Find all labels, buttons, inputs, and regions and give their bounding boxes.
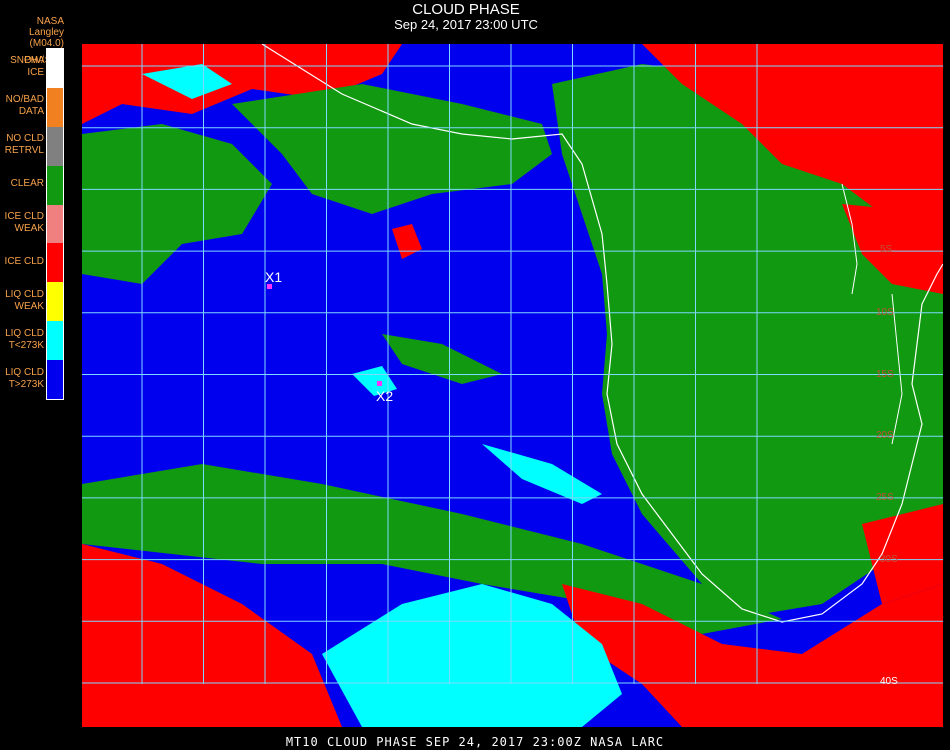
legend-label: ICE CLD [4,255,44,267]
lat-label-40s: 40S [880,676,898,687]
legend-swatch [47,243,63,283]
footer-caption: MT10 CLOUD PHASE SEP 24, 2017 23:00Z NAS… [285,735,665,749]
marker-x1-label: X1 [265,269,283,285]
legend-label: NO/BAD DATA [5,94,44,118]
legend-swatch [47,360,63,400]
lat-label-5s: 5S [880,244,893,255]
lat-label-30s: 30S [880,554,898,565]
legend-label: SNOW/ICE [10,55,44,79]
legend-swatch [47,204,63,244]
legend-label: NO CLD RETRVL [4,133,44,157]
legend-swatch [47,321,63,361]
map-timestamp: Sep 24, 2017 23:00 UTC [394,17,538,32]
marker-x2-point [377,381,382,386]
legend-label: LIQ CLD WEAK [5,288,44,312]
legend-swatch [47,126,63,167]
lat-label-20s: 20S [876,430,894,441]
map-title: CLOUD PHASE [412,1,520,18]
lat-label-15s: 15S [876,369,894,380]
legend-swatch [47,165,63,206]
phase-color-legend [46,48,64,400]
legend-swatch [47,87,63,128]
lat-label-25s: 25S [876,492,894,503]
source-label: NASA Langley (M04.0) [28,16,64,49]
legend-label: CLEAR [10,178,44,190]
legend-swatch [47,49,63,89]
legend-swatch [47,282,63,322]
legend-label: LIQ CLD T<273K [5,327,44,351]
lat-label-10s: 10S [876,307,894,318]
legend-label: ICE CLD WEAK [4,211,44,234]
marker-x2-label: X2 [376,388,394,404]
cloud-phase-map [82,44,943,727]
map-canvas [82,44,943,727]
legend-label: LIQ CLD T>273K [5,366,44,390]
